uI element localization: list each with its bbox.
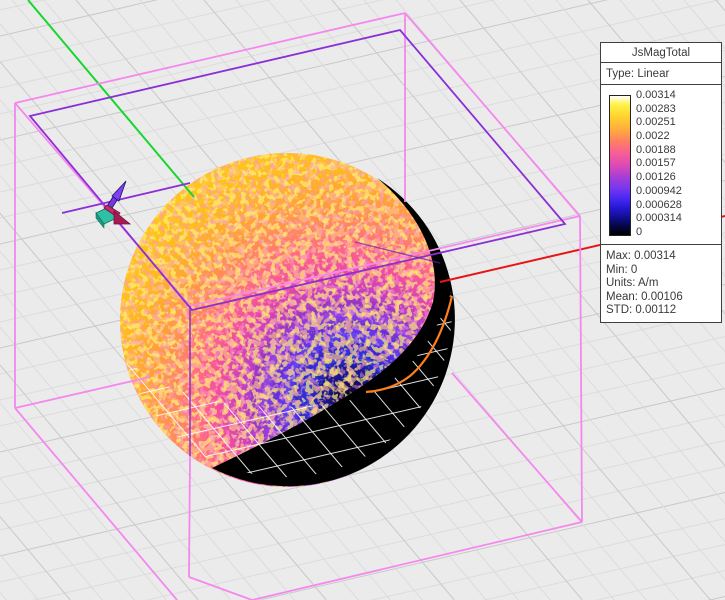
scale-tick-label: 0.00126	[636, 172, 682, 183]
colorbar	[609, 95, 631, 236]
scale-tick-label: 0.00251	[636, 117, 682, 128]
legend-color-scale: 0.00314 0.00283 0.00251 0.0022 0.00188 0…	[600, 84, 722, 245]
stat-min: Min: 0	[606, 264, 721, 278]
stat-std: STD: 0.00112	[606, 304, 721, 318]
scale-tick-label: 0.00283	[636, 104, 682, 115]
scale-tick-label: 0.00188	[636, 145, 682, 156]
3d-modeler-viewport[interactable]: JsMagTotal Type: Linear 0.00314 0.00283 …	[0, 0, 725, 600]
stat-units: Units: A/m	[606, 277, 721, 291]
scale-tick-label: 0.00314	[636, 90, 682, 101]
plot-legend[interactable]: JsMagTotal Type: Linear 0.00314 0.00283 …	[600, 43, 722, 323]
stat-mean: Mean: 0.00106	[606, 291, 721, 305]
scale-tick-label: 0.0022	[636, 131, 682, 142]
legend-statistics: Max: 0.00314 Min: 0 Units: A/m Mean: 0.0…	[600, 244, 722, 323]
legend-scale-type: Type: Linear	[600, 62, 722, 85]
colorbar-labels: 0.00314 0.00283 0.00251 0.0022 0.00188 0…	[636, 90, 682, 238]
scale-tick-label: 0.000942	[636, 186, 682, 197]
legend-title: JsMagTotal	[600, 42, 722, 63]
scale-tick-label: 0.00157	[636, 158, 682, 169]
stat-max: Max: 0.00314	[606, 250, 721, 264]
scale-tick-label: 0	[636, 227, 682, 238]
scale-tick-label: 0.000314	[636, 213, 682, 224]
scale-tick-label: 0.000628	[636, 200, 682, 211]
